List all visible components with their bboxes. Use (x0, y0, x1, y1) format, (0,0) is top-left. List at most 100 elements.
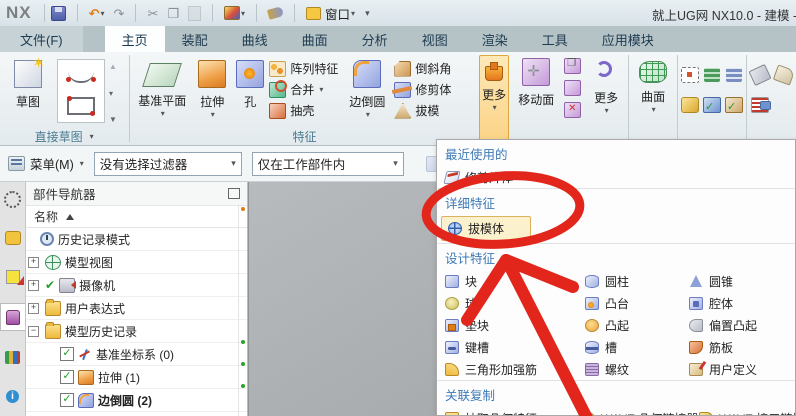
group-divider (746, 55, 747, 142)
gallery-scroll[interactable]: ▲ ▾ ▼ (108, 54, 119, 128)
expand-icon[interactable]: + (28, 256, 39, 268)
hole-button[interactable]: 孔 (233, 54, 267, 128)
menu-item-thread[interactable]: 螺纹 (577, 358, 681, 380)
chamfer-button[interactable]: 倒斜角 (394, 60, 451, 77)
tab-home[interactable]: 主页 (104, 26, 165, 52)
user-defined-icon (689, 362, 703, 376)
pattern-feature-button[interactable]: 阵列特征 (269, 60, 338, 77)
tab-curve[interactable]: 曲线 (225, 26, 285, 52)
tab-assemblies[interactable]: 装配 (165, 26, 225, 52)
tab-file[interactable]: 文件(F) (0, 26, 83, 52)
menu-item-keyway[interactable]: 键槽 (437, 336, 577, 358)
tab-tools[interactable]: 工具 (525, 26, 585, 52)
window-menu-button[interactable]: 窗口 ▾ (304, 3, 357, 23)
copy-face-icon[interactable] (564, 58, 582, 74)
selection-scope-combo[interactable]: 仅在工作部件内 ▾ (251, 151, 404, 176)
menu-item-groove[interactable]: 槽 (577, 336, 681, 358)
sketch-button[interactable]: 草图 (2, 54, 54, 128)
tab-analysis[interactable]: 分析 (345, 26, 405, 52)
tab-render[interactable]: 渲染 (465, 26, 525, 52)
unite-button[interactable]: 合并 ▾ (269, 79, 338, 98)
menu-item-cone[interactable]: 圆锥 (681, 270, 795, 292)
cut-button[interactable]: ✂ (145, 3, 160, 23)
tree-row-model-views[interactable]: + 模型视图 (26, 251, 247, 274)
tree-row-history-mode[interactable]: 历史记录模式 (26, 228, 247, 251)
menu-item-rib[interactable]: 筋板 (681, 336, 795, 358)
tree-row-cameras[interactable]: + ✔ 摄像机 (26, 274, 247, 297)
menu-item-block[interactable]: 块 (437, 270, 577, 292)
constraint-navigator-icon[interactable] (1, 264, 25, 290)
offset-face-icon[interactable] (564, 80, 582, 96)
undo-button[interactable]: ↶ ▾ (87, 3, 107, 23)
menu-button[interactable]: 菜单(M) ▾ (8, 154, 84, 173)
save-icon (50, 5, 66, 21)
tree-row-user-expressions[interactable]: + 用户表达式 (26, 297, 247, 320)
tab-surface[interactable]: 曲面 (285, 26, 345, 52)
assembly-navigator-icon[interactable] (1, 225, 25, 251)
tree-row-edge-blend[interactable]: ✓ 边倒圆 (2) (26, 389, 247, 412)
save-button[interactable] (49, 3, 68, 23)
draft-button[interactable]: 拔模 (394, 102, 451, 119)
menu-item-cylinder[interactable]: 圆柱 (577, 270, 681, 292)
copy-button[interactable]: ❐ (165, 3, 181, 23)
eraser-icon[interactable] (772, 64, 796, 86)
menu-item-gusset[interactable]: 三角形加强筋 (437, 358, 577, 380)
menu-item-pad[interactable]: 垫块 (437, 314, 577, 336)
datum-plane-button[interactable]: 基准平面 ▾ (133, 54, 191, 128)
menu-item-user-defined[interactable]: 用户定义 (681, 358, 795, 380)
more-button-2[interactable]: 更多 ▾ (585, 52, 627, 145)
menu-item-trim-sheet[interactable]: 修剪片体 (437, 166, 795, 188)
checkbox-checked-icon[interactable]: ✓ (60, 370, 74, 384)
view-style-button[interactable]: ▾ (222, 3, 247, 23)
menu-item-extract-geometry[interactable]: 抽取几何特征 (437, 407, 573, 415)
expand-icon[interactable]: + (28, 302, 39, 314)
menu-item-offset-emboss[interactable]: 偏置凸起 (681, 314, 795, 336)
check-datum-icon[interactable]: ✓ (725, 97, 744, 113)
menu-item-draft-body[interactable]: 拔模体 (441, 216, 532, 241)
layer-settings-icon[interactable] (726, 68, 743, 82)
tree-row-datum-csys[interactable]: ✓ 基准坐标系 (0) (26, 343, 247, 366)
menu-item-sphere[interactable]: 球 (437, 292, 577, 314)
redo-button[interactable]: ↷ (112, 3, 127, 23)
hand-list-icon[interactable] (751, 97, 771, 113)
more-button-open[interactable]: 更多 ▾ (478, 55, 510, 142)
menu-item-pocket[interactable]: 腔体 (681, 292, 795, 314)
customize-qat-button[interactable]: ▾ (362, 3, 372, 23)
roles-icon[interactable] (1, 186, 25, 212)
tab-view[interactable]: 视图 (405, 26, 465, 52)
tree-row-extrude[interactable]: ✓ 拉伸 (1) (26, 366, 247, 389)
menu-item-emboss[interactable]: 凸起 (577, 314, 681, 336)
extrude-button[interactable]: 拉伸 ▾ (191, 54, 233, 128)
menu-item-wave-geometry-linker[interactable]: WAVE 几何链接器 (573, 407, 698, 415)
edge-blend-button[interactable]: 边倒圆 ▾ (342, 54, 392, 128)
repeat-command-button[interactable] (266, 3, 285, 23)
check-feature-icon[interactable]: ✓ (703, 97, 722, 113)
shell-button[interactable]: 抽壳 (269, 102, 338, 119)
reuse-library-icon[interactable] (1, 344, 25, 370)
checkbox-checked-icon[interactable]: ✓ (60, 347, 74, 361)
sketch-curve-gallery[interactable] (57, 59, 105, 123)
delete-face-icon[interactable] (564, 102, 582, 118)
pattern-boundary-icon[interactable] (681, 67, 700, 83)
part-navigator-icon[interactable] (0, 303, 25, 331)
paste-button[interactable] (186, 3, 203, 23)
float-panel-icon[interactable] (228, 188, 240, 199)
menu-item-wave-interface-linker[interactable]: WAVE 接口链接器 (691, 407, 795, 415)
surface-button[interactable]: 曲面 ▾ (630, 52, 676, 145)
layers-icon[interactable] (704, 68, 721, 82)
checkbox-checked-icon[interactable]: ✓ (60, 393, 74, 407)
caret-down-icon[interactable]: ▾ (90, 132, 94, 141)
collapse-icon[interactable]: − (28, 325, 39, 337)
trim-body-button[interactable]: 修剪体 (394, 81, 451, 98)
sort-ascending-icon[interactable] (66, 213, 75, 220)
selection-filter-combo[interactable]: 没有选择过滤器 ▾ (93, 151, 242, 176)
menu-item-boss[interactable]: 凸台 (577, 292, 681, 314)
tree-row-model-history[interactable]: − 模型历史记录 (26, 320, 247, 343)
hd3d-tools-icon[interactable]: i (1, 383, 25, 409)
move-face-button[interactable]: 移动面 (510, 52, 562, 145)
tag-icon[interactable] (681, 97, 700, 113)
expand-icon[interactable]: + (28, 279, 39, 291)
tab-application[interactable]: 应用模块 (585, 26, 671, 52)
name-column-header[interactable]: 名称 (34, 208, 58, 225)
no-pencil-icon[interactable] (748, 63, 772, 87)
